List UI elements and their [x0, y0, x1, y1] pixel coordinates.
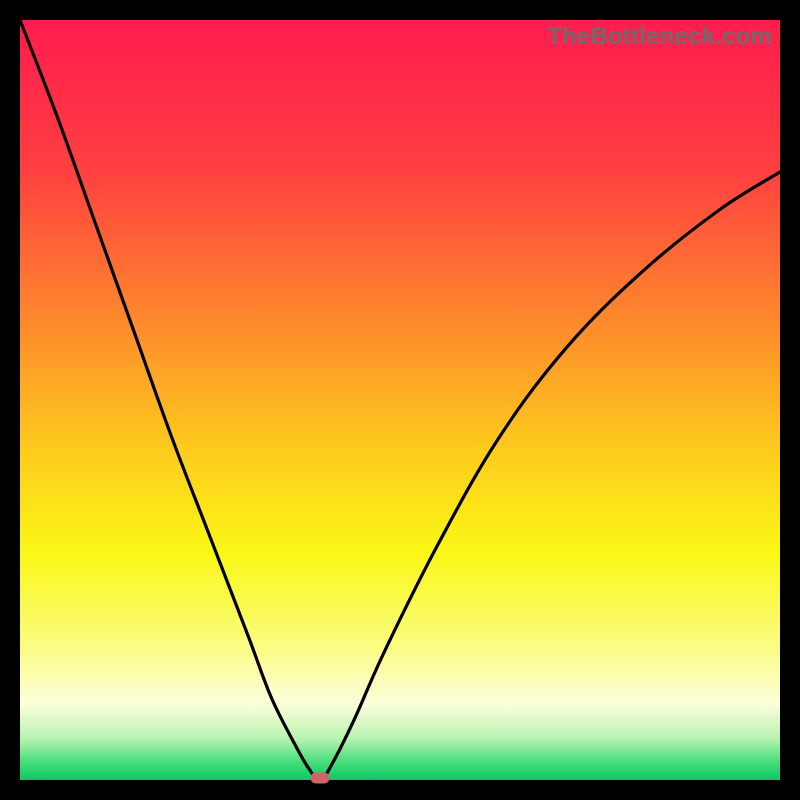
watermark-text: TheBottleneck.com: [547, 23, 772, 51]
chart-frame: TheBottleneck.com: [20, 20, 780, 780]
bottleneck-curve: [20, 20, 780, 780]
optimal-point-marker: [311, 773, 330, 784]
